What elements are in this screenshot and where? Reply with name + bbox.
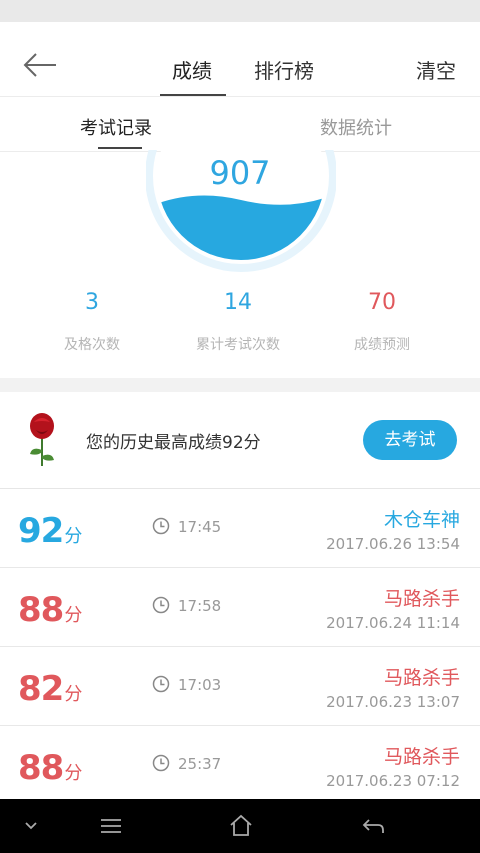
record-title: 马路杀手 — [383, 667, 460, 689]
tab-score[interactable]: 成绩 — [172, 55, 212, 84]
rose-icon — [22, 410, 62, 468]
record-title: 木仓车神 — [383, 509, 460, 531]
top-bar: 成绩 排行榜 清空 — [0, 22, 480, 97]
menu-icon[interactable] — [98, 813, 124, 839]
record-title: 马路杀手 — [383, 588, 460, 610]
record-score: 82分 — [18, 669, 82, 709]
tab-active-indicator — [160, 94, 226, 96]
stats-row: 3 及格次数 14 累计考试次数 70 成绩预测 — [0, 290, 480, 370]
record-score: 92分 — [18, 511, 82, 551]
sub-tab-bar: 考试记录 数据统计 — [0, 97, 480, 152]
back-icon[interactable] — [360, 813, 386, 839]
list-item[interactable]: 82分 17:03 马路杀手 2017.06.23 13:07 — [0, 647, 480, 726]
record-date: 2017.06.24 11:14 — [326, 614, 460, 632]
record-score: 88分 — [18, 590, 82, 630]
list-item[interactable]: 88分 17:58 马路杀手 2017.06.24 11:14 — [0, 568, 480, 647]
clock-icon — [152, 675, 170, 693]
list-item[interactable]: 92分 17:45 木仓车神 2017.06.26 13:54 — [0, 489, 480, 568]
best-score-text: 您的历史最高成绩92分 — [86, 433, 261, 453]
score-prediction-value: 70 — [368, 290, 396, 315]
record-date: 2017.06.26 13:54 — [326, 535, 460, 553]
record-date: 2017.06.23 13:07 — [326, 693, 460, 711]
take-exam-button[interactable]: 去考试 — [363, 420, 457, 460]
clock-icon — [152, 596, 170, 614]
total-exams-label: 累计考试次数 — [196, 337, 280, 353]
total-score: 907 — [209, 154, 271, 192]
pass-count-value: 3 — [85, 290, 99, 315]
clear-button[interactable]: 清空 — [416, 55, 456, 84]
back-arrow-icon[interactable] — [22, 52, 58, 78]
section-divider — [0, 378, 480, 392]
record-score: 88分 — [18, 748, 82, 788]
record-duration: 17:58 — [178, 597, 222, 615]
status-bar — [0, 0, 480, 22]
list-item[interactable]: 88分 25:37 马路杀手 2017.06.23 07:12 — [0, 726, 480, 804]
home-icon[interactable] — [228, 813, 254, 839]
record-title: 马路杀手 — [383, 746, 460, 768]
pass-count-label: 及格次数 — [64, 337, 120, 353]
subtab-active-indicator — [98, 147, 142, 149]
tab-ranking[interactable]: 排行榜 — [254, 55, 314, 84]
chevron-down-icon[interactable] — [18, 813, 44, 839]
system-nav-bar — [0, 799, 480, 853]
clock-icon — [152, 517, 170, 535]
tab-data-statistics[interactable]: 数据统计 — [320, 114, 392, 140]
clock-icon — [152, 754, 170, 772]
record-duration: 17:45 — [178, 518, 222, 536]
total-exams-value: 14 — [224, 290, 252, 315]
record-duration: 25:37 — [178, 755, 222, 773]
best-score-banner: 您的历史最高成绩92分 去考试 — [0, 392, 480, 489]
record-date: 2017.06.23 07:12 — [326, 772, 460, 790]
tab-exam-records[interactable]: 考试记录 — [80, 114, 152, 140]
record-duration: 17:03 — [178, 676, 222, 694]
score-prediction-label: 成绩预测 — [354, 337, 410, 353]
